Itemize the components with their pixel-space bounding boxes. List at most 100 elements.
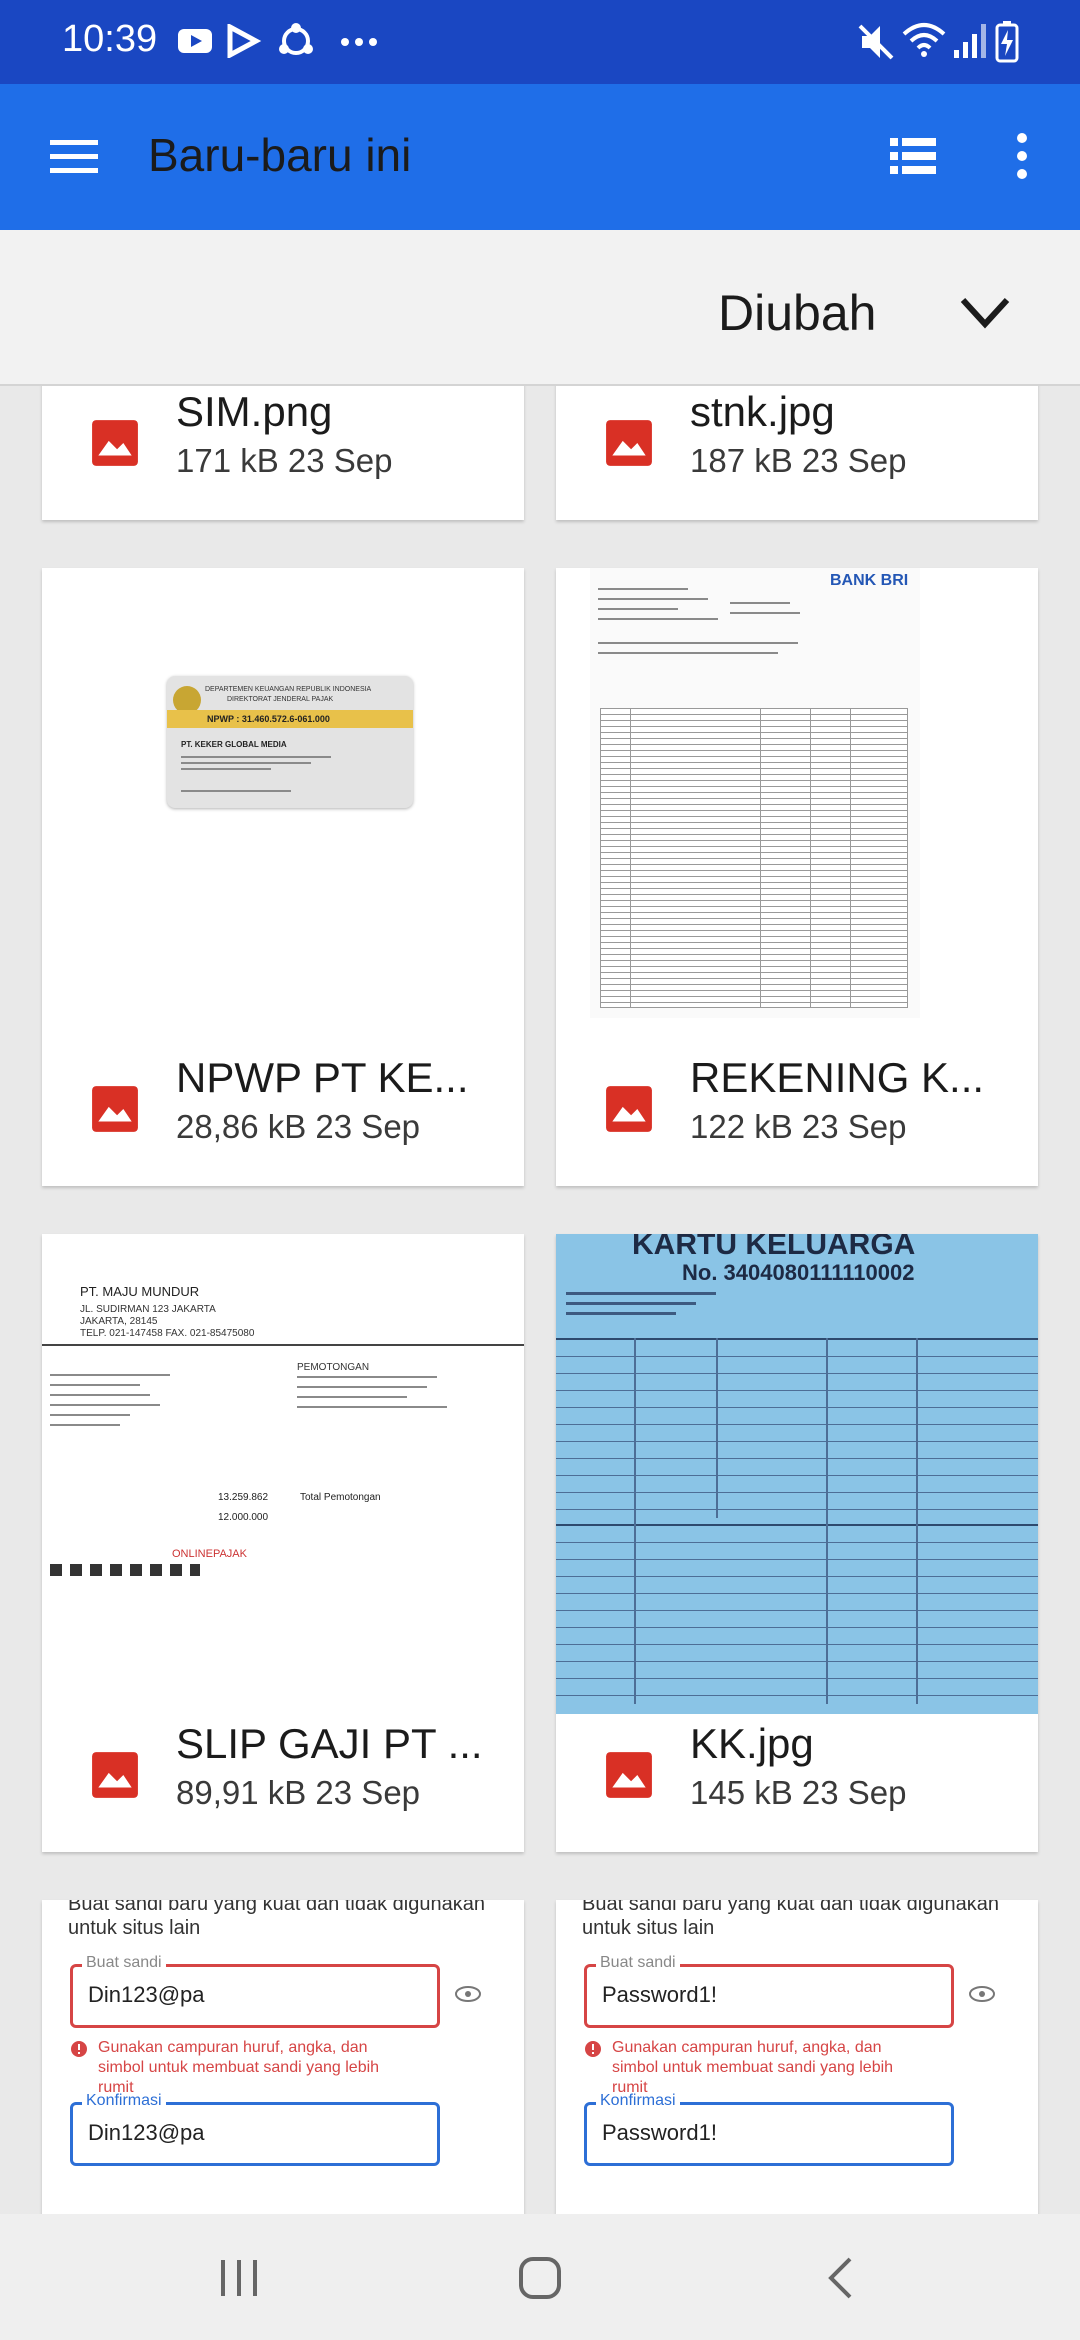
file-card[interactable]: Buat sandi baru yang kuat dan tidak digu… [42, 1900, 524, 2214]
file-info: 171 kB 23 Sep [176, 442, 393, 479]
eye-icon [969, 1986, 995, 2002]
slip-line [50, 1394, 150, 1396]
file-name: KK.jpg [690, 1720, 814, 1767]
password-error: Gunakan campuran huruf, angka, dan simbo… [98, 2039, 380, 2096]
bank-statement-image: BANK BRI [590, 568, 920, 1018]
status-bar: 10:39 [0, 0, 1080, 84]
file-info: 187 kB 23 Sep [690, 442, 907, 479]
password-field-label: Buat sandi [82, 1954, 166, 1972]
chevron-down-icon[interactable] [960, 296, 1010, 330]
file-card[interactable]: BANK BRI REKENING K... 122 kB 23 Sep [556, 568, 1038, 1186]
wifi-icon [902, 23, 946, 57]
password-field-label: Buat sandi [596, 1954, 680, 1972]
image-icon [92, 1086, 138, 1132]
slip-address: JL. SUDIRMAN 123 JAKARTA [80, 1304, 216, 1315]
file-card[interactable]: Buat sandi baru yang kuat dan tidak digu… [556, 1900, 1038, 2214]
file-name: SLIP GAJI PT ... [176, 1720, 483, 1767]
slip-footer-brand: ONLINEPAJAK [172, 1548, 247, 1560]
file-grid: SIM.png 171 kB 23 Sep stnk.jpg 187 kB 23… [0, 386, 1080, 2214]
bank-table [600, 708, 908, 1008]
slip-phone: TELP. 021-147458 FAX. 021-85475080 [80, 1328, 255, 1339]
password-value: Din123@pa [88, 1982, 205, 2007]
npwp-number: NPWP : 31.460.572.6-061.000 [207, 714, 330, 724]
image-icon [606, 1752, 652, 1798]
bank-line [730, 612, 800, 614]
file-thumbnail: Buat sandi baru yang kuat dan tidak digu… [556, 1900, 1038, 2214]
slip-gross: 13.259.862 [218, 1492, 269, 1503]
navigation-bar [0, 2214, 1080, 2340]
kk-title: KARTU KELUARGA [632, 1234, 916, 1261]
npwp-line [181, 756, 331, 758]
kk-line [566, 1312, 676, 1315]
kk-image: KARTU KELUARGA No. 3404080111110002 [556, 1234, 1038, 1714]
error-icon [585, 2041, 601, 2057]
bank-col [760, 708, 761, 1008]
npwp-card-image: DEPARTEMEN KEUANGAN REPUBLIK INDONESIA D… [167, 676, 413, 808]
error-icon [71, 2041, 87, 2057]
slip-line [50, 1404, 160, 1406]
home-icon[interactable] [518, 2256, 562, 2300]
image-icon [92, 1752, 138, 1798]
confirm-value: Din123@pa [88, 2120, 205, 2145]
back-icon[interactable] [826, 2256, 854, 2300]
file-card[interactable]: PT. MAJU MUNDUR JL. SUDIRMAN 123 JAKARTA… [42, 1234, 524, 1852]
file-meta: SIM.png 171 kB 23 Sep [42, 386, 524, 520]
file-meta: SLIP GAJI PT ... 89,91 kB 23 Sep [42, 1702, 524, 1852]
bank-line [598, 652, 778, 654]
recent-apps-icon[interactable] [218, 2258, 260, 2298]
password-hint: Buat sandi baru yang kuat dan tidak digu… [582, 1900, 999, 1939]
app-bar: Baru-baru ini [0, 84, 1080, 230]
file-card[interactable]: DEPARTEMEN KEUANGAN REPUBLIK INDONESIA D… [42, 568, 524, 1186]
kk-col [634, 1338, 636, 1704]
mute-icon [858, 24, 894, 60]
slip-total-label: Total Pemotongan [300, 1492, 381, 1503]
image-icon [606, 1086, 652, 1132]
file-info: 28,86 kB 23 Sep [176, 1108, 421, 1145]
kk-col [826, 1338, 828, 1704]
battery-icon [995, 21, 1019, 63]
sync-icon [279, 23, 313, 55]
play-store-icon [227, 24, 262, 58]
kk-col [916, 1338, 918, 1704]
bank-col [630, 708, 631, 1008]
sort-bar[interactable]: Diubah [0, 230, 1080, 386]
kk-line [566, 1302, 696, 1305]
slip-line [50, 1374, 170, 1376]
slip-company: PT. MAJU MUNDUR [80, 1284, 200, 1299]
file-card[interactable]: KARTU KELUARGA No. 3404080111110002 KK.j… [556, 1234, 1038, 1852]
bank-line [730, 602, 790, 604]
file-name: SIM.png [176, 388, 333, 435]
npwp-line [181, 790, 291, 792]
image-icon [92, 420, 138, 466]
overflow-menu-icon[interactable] [1012, 132, 1032, 180]
kk-table-bottom [556, 1524, 1038, 1704]
file-thumbnail: DEPARTEMEN KEUANGAN REPUBLIK INDONESIA D… [42, 568, 524, 1078]
npwp-line [181, 762, 311, 764]
confirm-field-label: Konfirmasi [596, 2092, 680, 2110]
bank-line [598, 608, 678, 610]
slip-line [50, 1424, 120, 1426]
sort-label[interactable]: Diubah [718, 284, 876, 342]
signal-icon [954, 24, 986, 58]
slip-line [50, 1384, 140, 1386]
file-meta: NPWP PT KE... 28,86 kB 23 Sep [42, 1036, 524, 1186]
bank-line [598, 598, 708, 600]
menu-icon[interactable] [50, 138, 98, 176]
slip-social-icons [50, 1564, 200, 1576]
more-notifications-icon [341, 38, 377, 46]
file-card[interactable]: stnk.jpg 187 kB 23 Sep [556, 386, 1038, 520]
file-thumbnail: Buat sandi baru yang kuat dan tidak digu… [42, 1900, 524, 2214]
eye-icon [455, 1986, 481, 2002]
file-card[interactable]: SIM.png 171 kB 23 Sep [42, 386, 524, 520]
file-info: 122 kB 23 Sep [690, 1108, 907, 1145]
page-title: Baru-baru ini [148, 129, 412, 181]
file-thumbnail: BANK BRI [556, 568, 1038, 1078]
confirm-value: Password1! [602, 2120, 717, 2145]
slip-line [50, 1414, 130, 1416]
file-thumbnail: PT. MAJU MUNDUR JL. SUDIRMAN 123 JAKARTA… [42, 1234, 524, 1744]
file-name: stnk.jpg [690, 388, 835, 435]
status-time: 10:39 [62, 18, 158, 60]
file-name: REKENING K... [690, 1054, 985, 1101]
list-view-icon[interactable] [890, 136, 936, 176]
slip-divider [42, 1344, 524, 1346]
